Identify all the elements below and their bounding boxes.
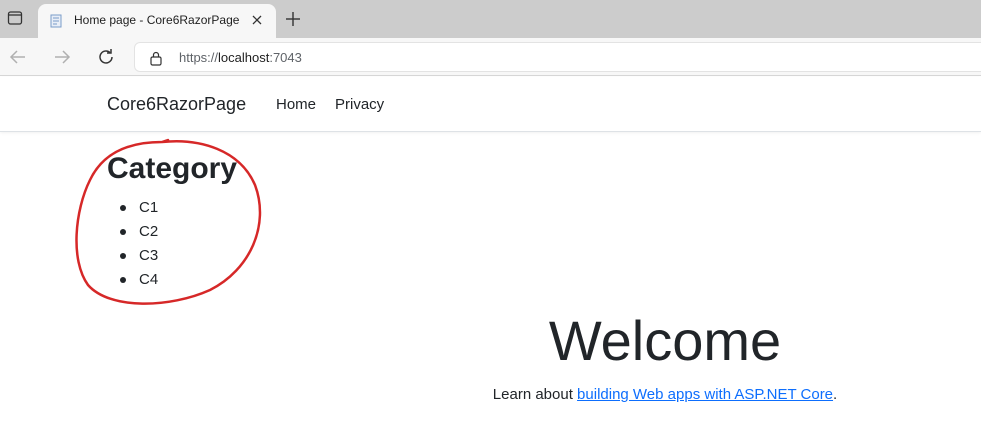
browser-toolbar: https://localhost:7043 [0, 38, 981, 76]
category-item: C2 [107, 221, 158, 245]
browser-tab[interactable]: Home page - Core6RazorPage [38, 4, 276, 38]
learn-about-text: Learn about building Web apps with ASP.N… [0, 386, 981, 403]
new-tab-icon[interactable] [284, 10, 302, 28]
lock-icon[interactable] [149, 50, 163, 66]
category-item: C4 [107, 269, 158, 293]
close-tab-icon[interactable] [250, 13, 264, 27]
category-item: C1 [107, 197, 158, 221]
category-heading: Category [107, 152, 238, 185]
nav-link-privacy[interactable]: Privacy [335, 96, 384, 113]
category-list: C1 C2 C3 C4 [107, 197, 158, 293]
learn-suffix: . [833, 386, 838, 403]
welcome-heading: Welcome [548, 309, 782, 372]
nav-link-home[interactable]: Home [276, 96, 316, 113]
app-navbar: Core6RazorPage Home Privacy [0, 77, 981, 132]
brand-link[interactable]: Core6RazorPage [107, 94, 246, 115]
aspnet-docs-link[interactable]: building Web apps with ASP.NET Core [577, 386, 833, 403]
url-scheme: https:// [179, 50, 219, 65]
page-favicon-icon [50, 14, 62, 28]
url-port: :7043 [269, 50, 302, 65]
address-bar[interactable]: https://localhost:7043 [134, 42, 981, 72]
refresh-icon[interactable] [96, 47, 116, 67]
url-text: https://localhost:7043 [179, 50, 302, 65]
category-item: C3 [107, 245, 158, 269]
tab-title: Home page - Core6RazorPage [74, 13, 240, 27]
forward-arrow-icon[interactable] [52, 47, 72, 67]
browser-tab-strip: Home page - Core6RazorPage [0, 0, 981, 38]
tab-actions-icon[interactable] [4, 7, 26, 29]
learn-prefix: Learn about [492, 386, 578, 403]
back-arrow-icon[interactable] [8, 47, 28, 67]
url-host: localhost [218, 50, 270, 65]
